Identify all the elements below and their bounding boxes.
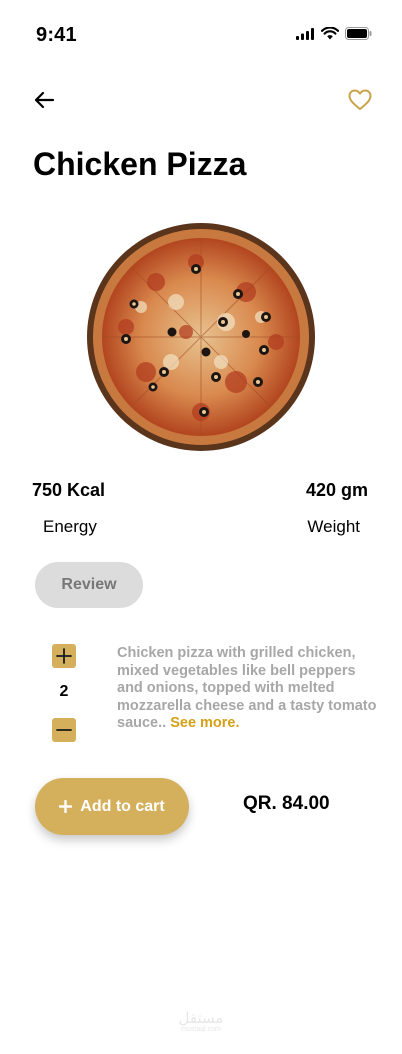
pizza-image bbox=[87, 223, 315, 451]
status-icons bbox=[296, 27, 372, 40]
back-button[interactable] bbox=[30, 86, 58, 114]
product-description: Chicken pizza with grilled chicken, mixe… bbox=[117, 645, 379, 733]
back-arrow-icon bbox=[34, 91, 55, 109]
wifi-icon bbox=[321, 27, 339, 40]
plus-icon bbox=[59, 800, 73, 813]
watermark-latin: mostaql.com bbox=[181, 1026, 221, 1033]
energy-label: Energy bbox=[43, 517, 97, 536]
product-title: Chicken Pizza bbox=[33, 146, 247, 182]
watermark: مستقل mostaql.com bbox=[168, 1010, 234, 1034]
quantity-value: 2 bbox=[59, 683, 69, 700]
weight-value: 420 gm bbox=[305, 480, 368, 500]
description-text: Chicken pizza with grilled chicken, mixe… bbox=[117, 645, 377, 732]
minus-icon bbox=[56, 729, 72, 731]
plus-icon bbox=[56, 648, 72, 664]
watermark-arabic: مستقل bbox=[178, 1009, 224, 1027]
add-to-cart-label: Add to cart bbox=[80, 797, 165, 815]
weight-label: Weight bbox=[307, 517, 360, 536]
energy-value: 750 Kcal bbox=[32, 480, 106, 500]
heart-icon bbox=[348, 89, 372, 110]
add-to-cart-button[interactable]: Add to cart bbox=[35, 778, 189, 835]
status-time: 9:41 bbox=[36, 24, 77, 46]
favorite-button[interactable] bbox=[346, 86, 374, 114]
signal-icon bbox=[296, 27, 314, 40]
decrease-quantity-button[interactable] bbox=[52, 718, 76, 742]
see-more-link[interactable]: See more. bbox=[170, 715, 239, 731]
increase-quantity-button[interactable] bbox=[52, 644, 76, 668]
review-button[interactable]: Review bbox=[35, 562, 143, 608]
product-price: QR. 84.00 bbox=[243, 793, 330, 814]
battery-icon bbox=[345, 27, 372, 40]
